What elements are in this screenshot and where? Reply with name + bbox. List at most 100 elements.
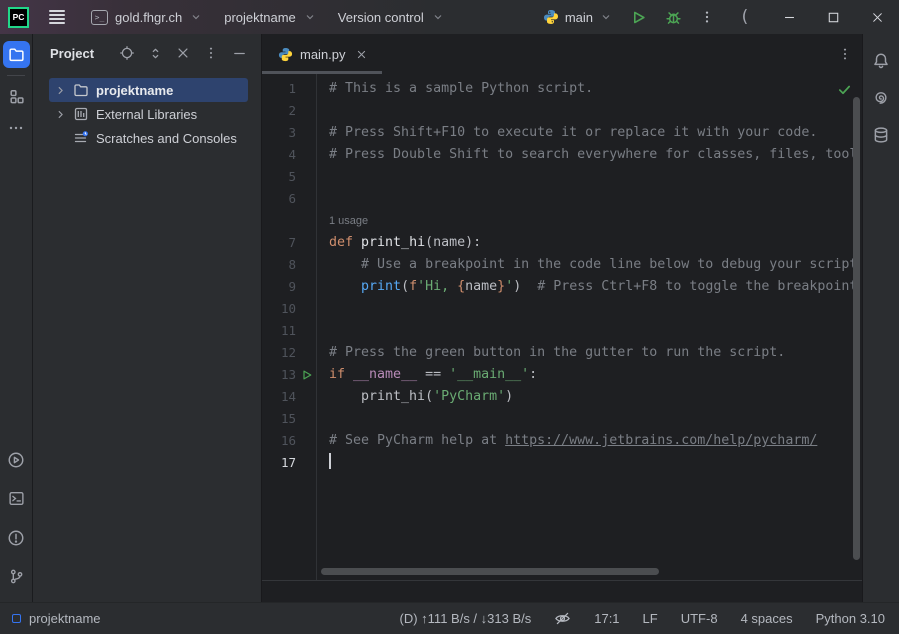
line-number: 5 [262,166,296,188]
line-number: 9 [262,276,296,298]
version-control-tool-button[interactable] [3,563,30,590]
structure-tool-button[interactable] [3,83,30,110]
project-tool-icon [8,46,25,63]
more-tool-windows-button[interactable] [3,114,30,141]
code-token [329,279,361,294]
run-gutter-icon[interactable] [301,369,313,381]
line-number: 2 [262,100,296,122]
locate-icon [119,45,135,61]
project-tool-button[interactable] [3,41,30,68]
menu-icon[interactable] [43,4,71,30]
project-selector[interactable]: projektname [216,6,324,29]
python-interpreter[interactable]: Python 3.10 [816,611,885,626]
expand-collapse-button[interactable] [143,41,167,65]
code-line: 14 print_hi('PyCharm') [262,386,862,408]
caret-position-label: 17:1 [594,611,619,626]
database-button[interactable] [868,121,895,148]
line-number: 14 [262,386,296,408]
vcs-label: Version control [338,10,424,25]
problems-tool-button[interactable] [3,524,30,551]
indent-style[interactable]: 4 spaces [741,611,793,626]
code-token: f [409,279,417,294]
notifications-icon [872,52,890,70]
run-config-selector[interactable]: main [534,5,621,29]
code-line: 17 [262,452,862,474]
horizontal-scrollbar[interactable] [321,568,659,575]
vertical-scrollbar[interactable] [853,97,860,560]
chevron-down-icon [432,11,444,23]
maximize-button[interactable] [811,0,855,34]
editor: main.py 1# This is a sample Python scrip… [262,34,862,602]
host-selector[interactable]: >_ gold.fhgr.ch [83,6,210,29]
ai-assistant-button[interactable] [868,84,895,111]
gutter [296,369,317,381]
network-stats[interactable]: (D) ↑111 B/s / ↓313 B/s [400,611,532,626]
tree-item-external-libraries[interactable]: External Libraries [33,102,261,126]
workspace: Project [0,34,899,602]
line-number: 13 [262,364,296,386]
gutter-border [316,74,317,580]
inlay-row: 1 usage [262,210,862,232]
minimize-button[interactable] [767,0,811,34]
code-link[interactable]: https://www.jetbrains.com/help/pycharm/ [505,433,817,448]
collapse-all-button[interactable] [171,41,195,65]
code-token: 'PyCharm' [433,389,505,404]
line-ending[interactable]: LF [643,611,658,626]
project-panel-header: Project [33,34,261,72]
usage-inlay[interactable]: 1 usage [317,210,368,232]
close-tab-icon[interactable] [353,47,370,62]
tree-item-projektname[interactable]: projektname [33,78,261,102]
ai-assistant-icon [872,89,890,107]
file-encoding-label: UTF-8 [681,611,718,626]
run-icon [630,9,647,26]
code-token: ) [505,389,513,404]
crescent-icon[interactable]: ( [723,0,767,34]
editor-options-button[interactable] [828,34,862,74]
more-actions-button[interactable] [691,6,723,28]
notifications-button[interactable] [868,47,895,74]
git-icon [8,568,25,585]
code-line: 15 [262,408,862,430]
code-area[interactable]: 1# This is a sample Python script.23# Pr… [262,74,862,602]
panel-options-button[interactable] [199,41,223,65]
text-caret [329,453,331,469]
highlighting-toggle[interactable] [554,610,571,627]
pycharm-window: PC >_ gold.fhgr.ch projektname Version c… [0,0,899,634]
maximize-icon [827,11,840,24]
inspections-ok-icon[interactable] [837,82,852,97]
tree-item-scratches[interactable]: Scratches and Consoles [33,126,261,150]
code-text: # See PyCharm help at https://www.jetbra… [317,430,817,452]
status-project[interactable]: projektname [29,611,101,626]
right-tool-strip [862,34,899,602]
scratches-icon [71,130,91,146]
debug-button[interactable] [656,5,691,30]
file-encoding[interactable]: UTF-8 [681,611,718,626]
tab-label: main.py [300,47,346,62]
run-config-label: main [565,10,593,25]
highlighting-icon [554,610,571,627]
hide-icon [232,46,247,61]
code-token: __name__ [353,367,417,382]
caret-position[interactable]: 17:1 [594,611,619,626]
hide-panel-button[interactable] [227,41,251,65]
code-token: print [361,279,401,294]
close-icon [871,11,884,24]
line-number: 6 [262,188,296,210]
code-text: print(f'Hi, {name}') # Press Ctrl+F8 to … [317,276,857,298]
tab-main-py[interactable]: main.py [262,34,382,74]
code-token: { [457,279,465,294]
vcs-selector[interactable]: Version control [330,6,452,29]
chevron-right-icon[interactable] [49,102,71,126]
close-button[interactable] [855,0,899,34]
titlebar: PC >_ gold.fhgr.ch projektname Version c… [0,0,899,34]
code-token: # Press the green button in the gutter t… [329,345,785,360]
project-label: projektname [224,10,296,25]
library-icon [71,106,91,122]
locate-file-button[interactable] [115,41,139,65]
terminal-tool-button[interactable] [3,485,30,512]
run-button[interactable] [621,5,656,30]
chevron-right-icon[interactable] [49,78,71,102]
pycharm-logo: PC [8,7,29,28]
code-line: 2 [262,100,862,122]
run-tool-button[interactable] [3,446,30,473]
